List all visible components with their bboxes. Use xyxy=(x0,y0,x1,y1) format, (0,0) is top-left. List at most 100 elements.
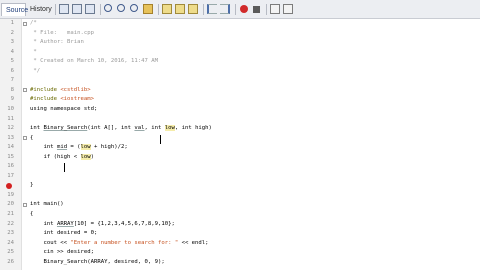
code-line[interactable]: 9 #include <iostream> xyxy=(0,95,480,105)
toggle-bookmark-icon[interactable] xyxy=(162,4,172,14)
fold-toggle-icon[interactable] xyxy=(23,21,27,26)
code-text: * Created on March 10, 2016, 11:47 AM xyxy=(30,57,158,67)
code-line[interactable]: 26 Binary_Search(ARRAY, desired, 0, 9); xyxy=(0,258,480,268)
code-line[interactable]: 22 int ARRAY[10] = {1,2,3,4,5,6,7,8,9,10… xyxy=(0,220,480,230)
fold-toggle-icon[interactable] xyxy=(23,136,27,141)
toolbar-separator xyxy=(266,4,267,15)
code-text: int desired = 0; xyxy=(30,229,97,239)
line-number: 10 xyxy=(7,105,14,112)
code-token: ) xyxy=(90,153,95,160)
line-number: 12 xyxy=(7,125,14,132)
code-token: #include xyxy=(30,86,61,93)
code-line[interactable]: 16 xyxy=(0,162,480,172)
code-editor[interactable]: 1 /* 2 * File: main.cpp 3 * Author: Brian 4 … xyxy=(0,19,480,270)
line-number: 5 xyxy=(10,58,14,65)
code-text: Binary_Search(ARRAY, desired, 0, 9); xyxy=(30,258,165,268)
code-text: #include <iostream> xyxy=(30,95,94,105)
code-text: * Author: Brian xyxy=(30,38,84,48)
code-line[interactable]: 18} xyxy=(0,181,480,191)
code-line[interactable]: 23 int desired = 0; xyxy=(0,229,480,239)
code-token: int xyxy=(30,144,57,151)
code-line[interactable]: 14 int mid = (low + high)/2; xyxy=(0,143,480,153)
error-marker-icon[interactable] xyxy=(6,182,12,189)
code-text: if (high < low) xyxy=(30,153,94,163)
code-text: #include <cstdlib> xyxy=(30,86,91,96)
line-number: 6 xyxy=(10,67,14,74)
forward-icon[interactable] xyxy=(72,4,82,14)
line-number: 14 xyxy=(7,144,14,151)
prev-bookmark-icon[interactable] xyxy=(175,4,185,14)
code-token: Binary_Search(ARRAY, desired, 0, 9); xyxy=(30,258,165,265)
code-text: int ARRAY[10] = {1,2,3,4,5,6,7,8,9,10}; xyxy=(30,220,175,230)
code-token: } xyxy=(30,182,34,189)
code-line[interactable]: 5 * Created on March 10, 2016, 11:47 AM xyxy=(0,57,480,67)
toolbar-separator xyxy=(100,4,101,15)
line-number: 3 xyxy=(10,39,14,46)
line-number: 11 xyxy=(7,115,14,122)
line-number: 25 xyxy=(7,249,14,256)
code-text: cout << "Enter a number to search for: "… xyxy=(30,239,208,249)
record-macro-icon[interactable] xyxy=(240,5,248,13)
code-token: [10] = {1,2,3,4,5,6,7,8,9,10}; xyxy=(73,220,175,227)
shift-right-icon[interactable] xyxy=(220,4,230,14)
code-line[interactable]: 17 xyxy=(0,172,480,182)
code-token: <iostream> xyxy=(60,96,94,103)
line-number: 21 xyxy=(7,211,14,217)
code-token: cin >> desired; xyxy=(30,249,94,256)
code-token: if (high < xyxy=(30,153,81,160)
tab-source[interactable]: Source xyxy=(1,3,28,16)
code-token: = ( xyxy=(67,144,81,151)
code-line[interactable]: 20 int main() xyxy=(0,200,480,210)
toggle-highlight-icon[interactable] xyxy=(143,4,153,14)
back-icon[interactable] xyxy=(59,4,69,14)
code-text: } xyxy=(30,181,33,191)
code-line[interactable]: 4 * xyxy=(0,48,480,58)
code-line[interactable]: 11 xyxy=(0,115,480,125)
tab-history[interactable]: History xyxy=(26,3,53,16)
find-icon[interactable] xyxy=(104,4,112,12)
line-number: 17 xyxy=(7,172,14,179)
line-number: 2 xyxy=(10,29,14,36)
code-line[interactable]: 19 xyxy=(0,191,480,201)
code-line[interactable]: 15 if (high < low) xyxy=(0,153,480,163)
line-number: 1 xyxy=(10,20,14,26)
find-next-icon[interactable] xyxy=(130,4,138,12)
code-text: int main() xyxy=(30,200,64,210)
line-number: 20 xyxy=(7,201,14,208)
code-line[interactable]: 1 /* xyxy=(0,19,480,29)
code-line[interactable]: 10 using namespace std; xyxy=(0,105,480,115)
code-line[interactable]: 6 */ xyxy=(0,67,480,77)
line-number: 7 xyxy=(10,77,14,84)
shift-left-icon[interactable] xyxy=(207,4,217,14)
code-line[interactable]: 13 { xyxy=(0,134,480,144)
line-number: 22 xyxy=(7,220,14,227)
code-token: low xyxy=(164,125,175,132)
code-text: cin >> desired; xyxy=(30,248,94,258)
toolbar-separator xyxy=(203,4,204,15)
code-token: int xyxy=(30,125,44,132)
code-line[interactable]: 24 cout << "Enter a number to search for… xyxy=(0,239,480,249)
code-line[interactable]: 8 #include <cstdlib> xyxy=(0,86,480,96)
code-text: * xyxy=(30,48,37,58)
stop-macro-icon[interactable] xyxy=(253,6,260,13)
code-line[interactable]: 25 cin >> desired; xyxy=(0,248,480,258)
fold-toggle-icon[interactable] xyxy=(23,88,27,93)
code-line[interactable]: 7 xyxy=(0,76,480,86)
find-prev-icon[interactable] xyxy=(117,4,125,12)
code-token: /* xyxy=(30,20,37,26)
comment-icon[interactable] xyxy=(270,4,280,14)
code-text: int mid = (low + high)/2; xyxy=(30,143,128,153)
code-token: int xyxy=(30,220,57,227)
code-token: int main() xyxy=(30,201,64,208)
code-line[interactable]: 12 int Binary_Search(int A[], int val, in… xyxy=(0,124,480,134)
code-line[interactable]: 21 { xyxy=(0,210,480,220)
line-number: 8 xyxy=(10,86,14,93)
uncomment-icon[interactable] xyxy=(283,4,293,14)
toolbar-separator xyxy=(158,4,159,15)
next-bookmark-icon[interactable] xyxy=(188,4,198,14)
code-token: * xyxy=(30,48,37,55)
toggle-icon[interactable] xyxy=(85,4,95,14)
fold-toggle-icon[interactable] xyxy=(23,202,27,207)
code-line[interactable]: 3 * Author: Brian xyxy=(0,38,480,48)
code-line[interactable]: 2 * File: main.cpp xyxy=(0,29,480,39)
